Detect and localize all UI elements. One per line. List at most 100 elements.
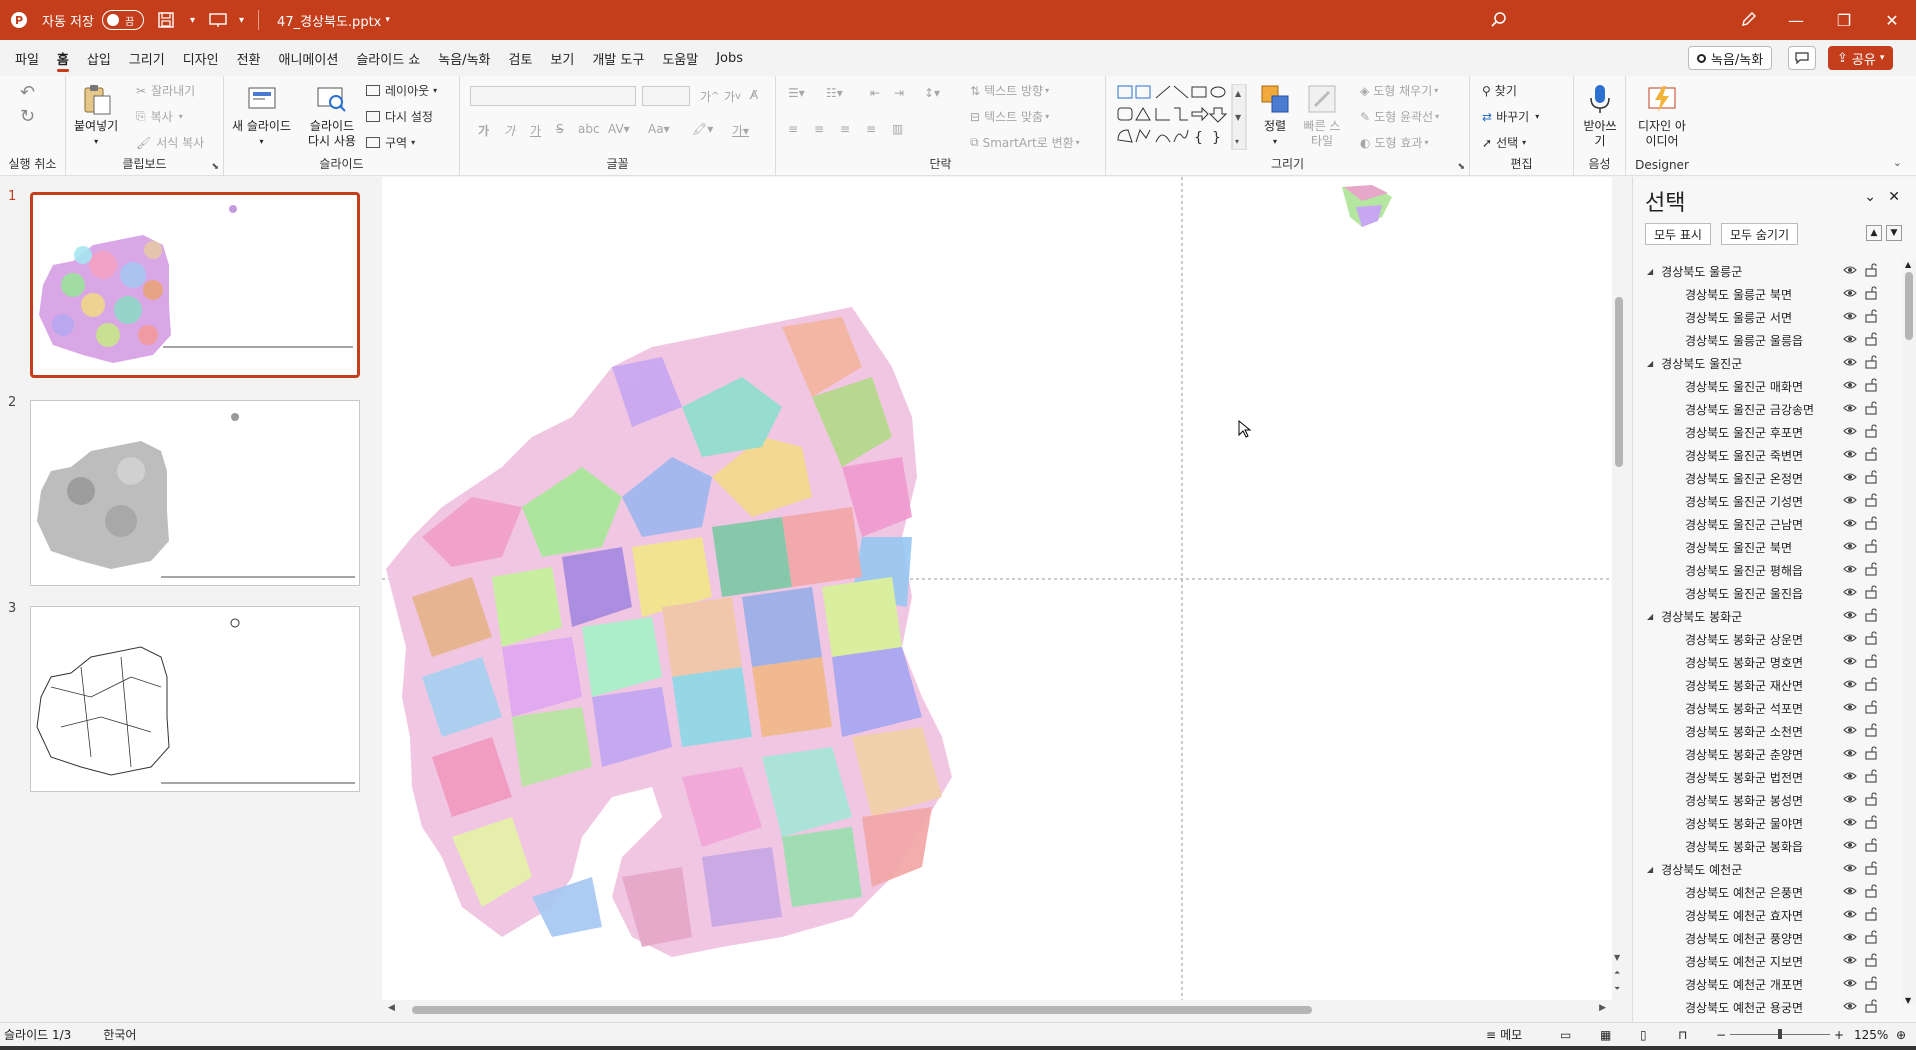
visibility-eye-icon[interactable] [1843, 678, 1857, 693]
tree-item-row[interactable]: 경상북도 예천군 지보면 [1633, 950, 1901, 973]
visibility-eye-icon[interactable] [1843, 379, 1857, 394]
slide-canvas[interactable] [382, 177, 1612, 1000]
tree-item-row[interactable]: 경상북도 울릉군 울릉읍 [1633, 329, 1901, 352]
horizontal-scrollbar[interactable]: ◀ ▶ [382, 1000, 1612, 1020]
visibility-eye-icon[interactable] [1843, 655, 1857, 670]
tree-item-row[interactable]: 경상북도 울릉군 북면 [1633, 283, 1901, 306]
visibility-eye-icon[interactable] [1843, 816, 1857, 831]
zoom-slider[interactable] [1730, 1029, 1830, 1039]
visibility-eye-icon[interactable] [1843, 908, 1857, 923]
unlock-icon[interactable] [1865, 378, 1877, 395]
unlock-icon[interactable] [1865, 999, 1877, 1016]
visibility-eye-icon[interactable] [1843, 1000, 1857, 1015]
highlight-icon[interactable]: 🖍▾ [692, 122, 713, 136]
tree-item-row[interactable]: 경상북도 봉화군 봉화읍 [1633, 835, 1901, 858]
smartart-button[interactable]: ⧉ SmartArt로 변환 ▾ [970, 134, 1080, 151]
shape-outline-button[interactable]: ✎ 도형 윤곽선 ▾ [1360, 108, 1439, 125]
visibility-eye-icon[interactable] [1843, 747, 1857, 762]
unlock-icon[interactable] [1865, 792, 1877, 809]
prev-slide-icon[interactable]: ⏶ [1614, 968, 1620, 978]
unlock-icon[interactable] [1865, 631, 1877, 648]
pane-close-icon[interactable]: ✕ [1888, 189, 1900, 205]
visibility-eye-icon[interactable] [1843, 586, 1857, 601]
visibility-eye-icon[interactable] [1843, 517, 1857, 532]
align-right-icon[interactable]: ≡ [840, 122, 850, 136]
unlock-icon[interactable] [1865, 723, 1877, 740]
horizontal-scroll-thumb[interactable] [412, 1006, 1312, 1014]
filename-chevron-icon[interactable]: ▾ [385, 15, 390, 25]
tab-jobs[interactable]: Jobs [707, 40, 752, 76]
tab-animations[interactable]: 애니메이션 [270, 40, 348, 76]
pane-scrollbar[interactable]: ▲ ▼ [1902, 260, 1916, 1005]
visibility-eye-icon[interactable] [1843, 862, 1857, 877]
tab-design[interactable]: 디자인 [174, 40, 228, 76]
more-commands-icon[interactable]: ▾ [239, 15, 244, 26]
visibility-eye-icon[interactable] [1843, 356, 1857, 371]
clipboard-launcher-icon[interactable]: ⬊ [211, 162, 219, 172]
underline-button[interactable]: 가 [530, 122, 541, 139]
close-icon[interactable]: ✕ [1868, 0, 1916, 40]
search-icon[interactable] [1490, 11, 1508, 29]
tree-item-row[interactable]: 경상북도 울진군 죽변면 [1633, 444, 1901, 467]
expand-triangle-icon[interactable]: ◢ [1647, 865, 1653, 874]
language-indicator[interactable]: 한국어 [103, 1026, 136, 1043]
char-spacing-icon[interactable]: AV▾ [608, 122, 630, 136]
tab-slideshow[interactable]: 슬라이드 쇼 [347, 40, 429, 76]
tree-item-row[interactable]: 경상북도 예천군 용궁면 [1633, 996, 1901, 1019]
tree-item-row[interactable]: 경상북도 예천군 풍양면 [1633, 927, 1901, 950]
slide-thumbnail-3[interactable] [30, 606, 360, 792]
new-slide-button[interactable]: 새 슬라이드 ▾ [232, 82, 291, 149]
tree-item-row[interactable]: 경상북도 울진군 매화면 [1633, 375, 1901, 398]
expand-triangle-icon[interactable]: ◢ [1647, 612, 1653, 621]
tab-transitions[interactable]: 전환 [228, 40, 270, 76]
slideshow-view-icon[interactable]: ⊓ [1678, 1028, 1687, 1042]
tree-group-row[interactable]: ◢ 경상북도 봉화군 [1633, 605, 1901, 628]
visibility-eye-icon[interactable] [1843, 977, 1857, 992]
vertical-scroll-thumb[interactable] [1615, 297, 1623, 467]
visibility-eye-icon[interactable] [1843, 310, 1857, 325]
unlock-icon[interactable] [1865, 332, 1877, 349]
ribbon-collapse-icon[interactable]: ⌄ [1893, 156, 1902, 169]
unlock-icon[interactable] [1865, 884, 1877, 901]
dictate-button[interactable]: 받아쓰기 [1580, 82, 1620, 149]
font-size-select[interactable] [642, 86, 690, 106]
tree-item-row[interactable]: 경상북도 봉화군 재산면 [1633, 674, 1901, 697]
paste-button[interactable]: 붙여넣기 ▾ [74, 82, 118, 149]
tab-insert[interactable]: 삽입 [78, 40, 120, 76]
save-icon[interactable] [158, 12, 174, 28]
tree-group-row[interactable]: ◢ 경상북도 울진군 [1633, 352, 1901, 375]
shadow-icon[interactable]: abc [578, 122, 600, 136]
expand-triangle-icon[interactable]: ◢ [1647, 359, 1653, 368]
unlock-icon[interactable] [1865, 516, 1877, 533]
shapes-gallery[interactable]: {} ▲ ▼ ▾ [1116, 84, 1248, 150]
undo-icon[interactable]: ↶ [20, 82, 35, 103]
normal-view-icon[interactable]: ▭ [1560, 1028, 1571, 1042]
shrink-font-icon[interactable]: 가v [724, 88, 741, 105]
drawing-launcher-icon[interactable]: ⬊ [1457, 162, 1465, 172]
clear-format-icon[interactable]: A̸ [750, 88, 758, 102]
visibility-eye-icon[interactable] [1843, 563, 1857, 578]
tree-item-row[interactable]: 경상북도 울진군 금강송면 [1633, 398, 1901, 421]
layout-button[interactable]: 레이아웃 ▾ [366, 82, 437, 99]
numbering-icon[interactable]: ☷▾ [826, 86, 843, 100]
unlock-icon[interactable] [1865, 562, 1877, 579]
zoom-level[interactable]: 125% [1854, 1028, 1888, 1042]
shape-effects-button[interactable]: ◐ 도형 효과 ▾ [1360, 134, 1428, 151]
pane-scroll-up-icon[interactable]: ▲ [1905, 260, 1911, 269]
unlock-icon[interactable] [1865, 539, 1877, 556]
share-button[interactable]: ⇪ 공유 ▾ [1828, 46, 1894, 70]
unlock-icon[interactable] [1865, 930, 1877, 947]
tab-view[interactable]: 보기 [541, 40, 583, 76]
record-button[interactable]: 녹음/녹화 [1688, 46, 1773, 70]
arrange-button[interactable]: 정렬 ▾ [1258, 82, 1292, 149]
cut-button[interactable]: ✂ 잘라내기 [136, 82, 195, 99]
unlock-icon[interactable] [1865, 401, 1877, 418]
visibility-eye-icon[interactable] [1843, 402, 1857, 417]
show-all-button[interactable]: 모두 표시 [1645, 223, 1711, 245]
unlock-icon[interactable] [1865, 309, 1877, 326]
tree-group-row[interactable]: ◢ 경상북도 예천군 [1633, 858, 1901, 881]
unlock-icon[interactable] [1865, 585, 1877, 602]
tree-item-row[interactable]: 경상북도 울진군 후포면 [1633, 421, 1901, 444]
next-slide-icon[interactable]: ⏷ [1614, 984, 1620, 994]
unlock-icon[interactable] [1865, 838, 1877, 855]
